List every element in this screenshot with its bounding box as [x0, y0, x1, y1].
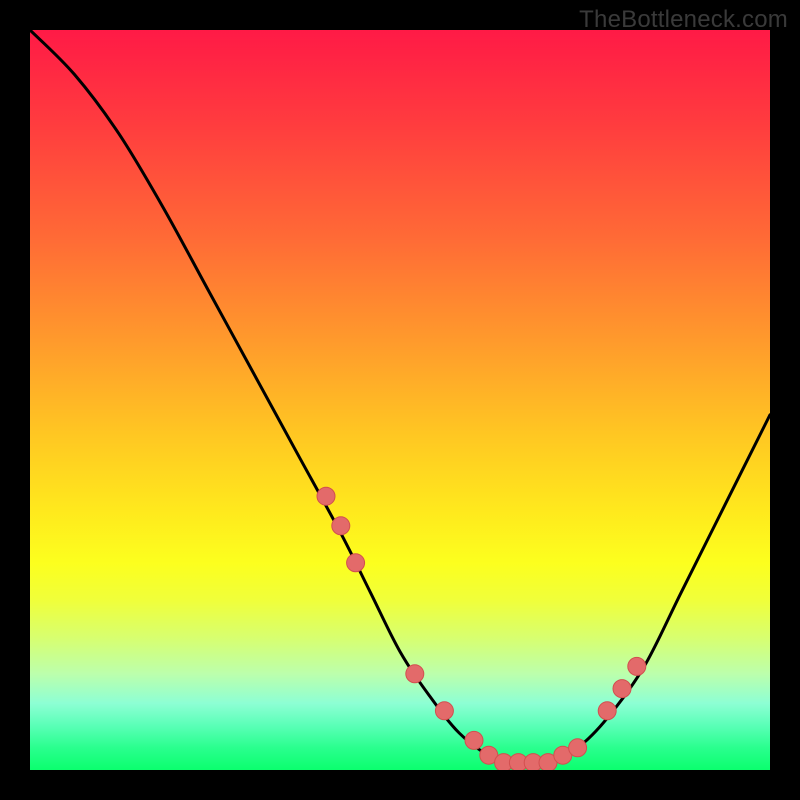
marker-dot	[347, 554, 365, 572]
marker-dot	[569, 739, 587, 757]
marker-dot	[628, 657, 646, 675]
marker-dot	[465, 731, 483, 749]
plot-area	[30, 30, 770, 770]
marker-dot	[435, 702, 453, 720]
marker-group	[317, 487, 646, 770]
marker-dot	[598, 702, 616, 720]
marker-dot	[317, 487, 335, 505]
curve-svg	[30, 30, 770, 770]
marker-dot	[332, 517, 350, 535]
marker-dot	[613, 680, 631, 698]
bottleneck-curve	[30, 30, 770, 764]
marker-dot	[406, 665, 424, 683]
chart-frame: TheBottleneck.com	[0, 0, 800, 800]
